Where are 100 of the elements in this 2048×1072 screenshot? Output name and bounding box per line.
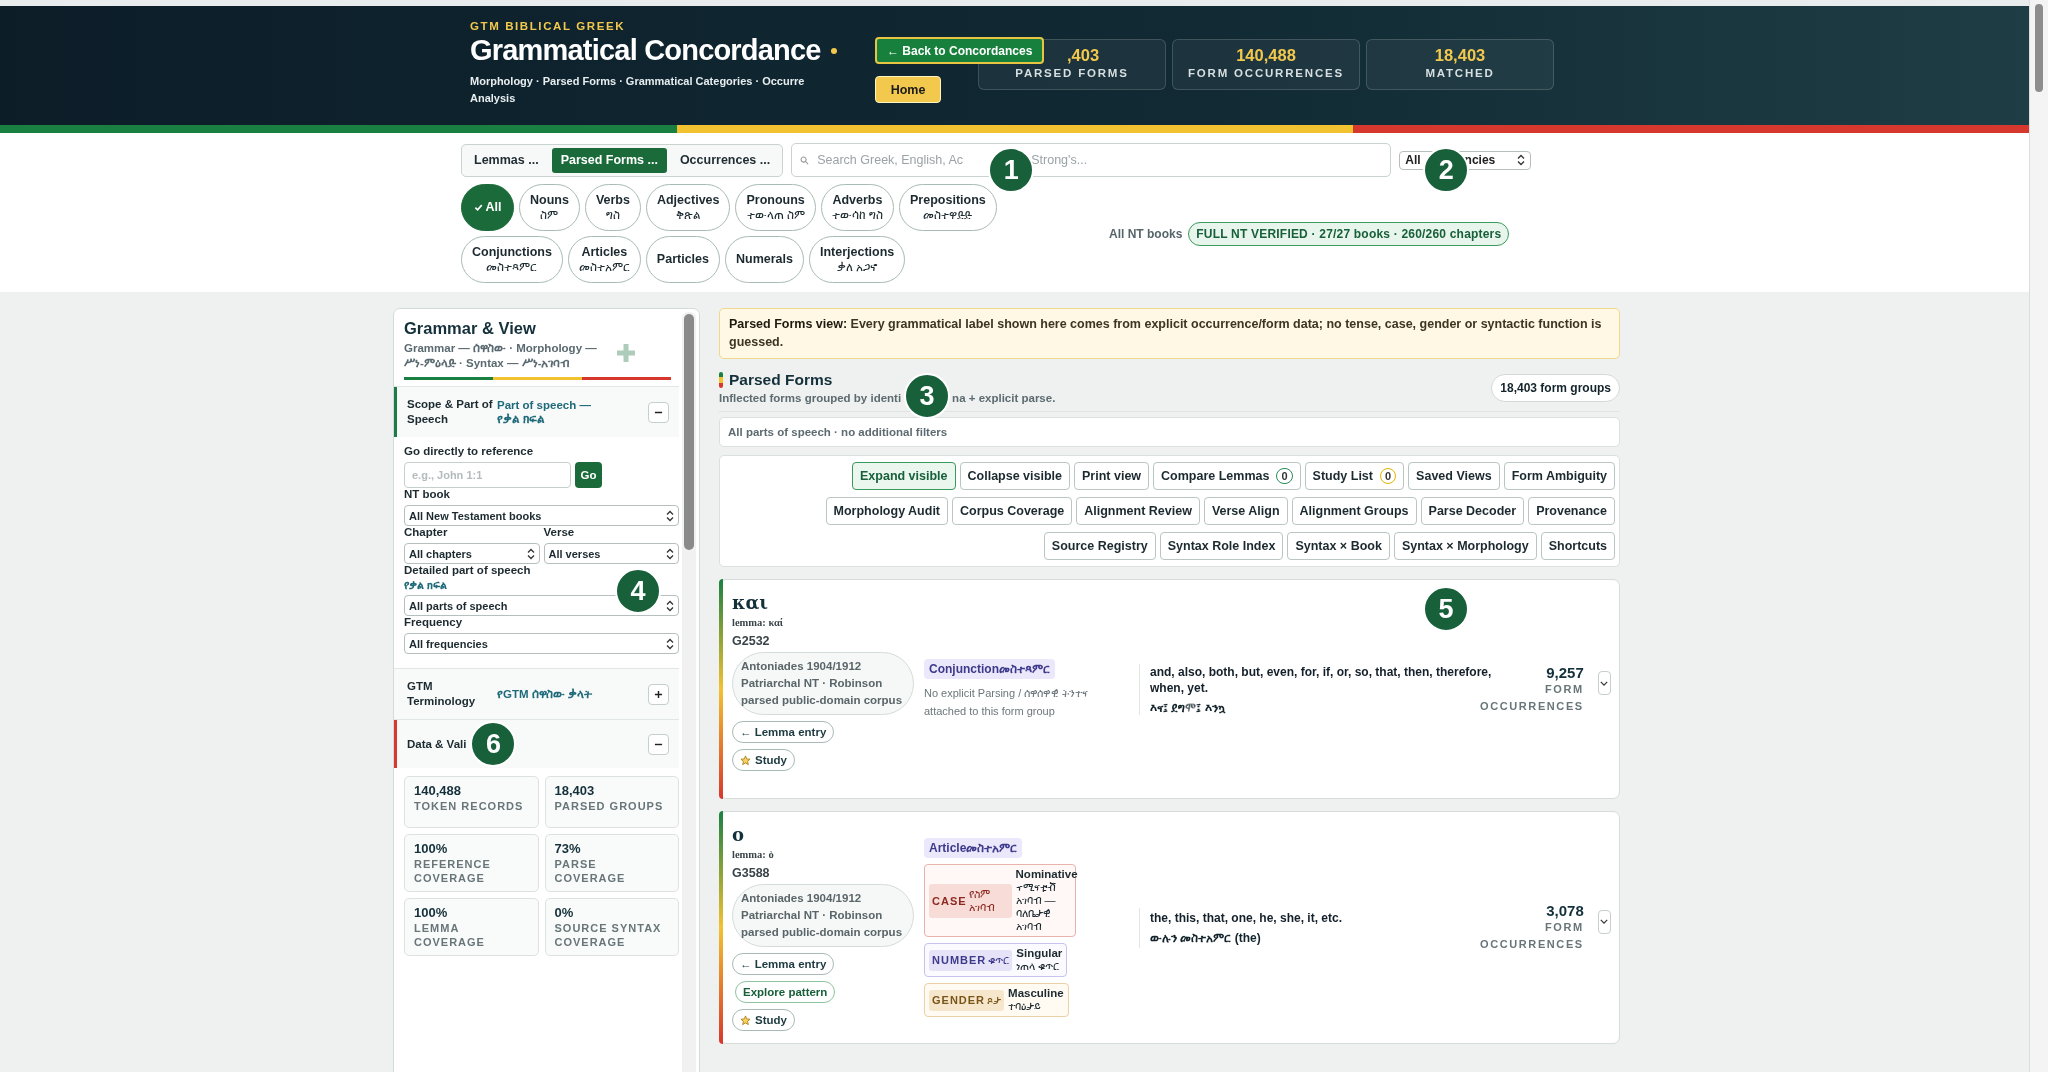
select-field[interactable]: All New Testament books: [404, 505, 679, 526]
part-of-speech-chip[interactable]: Numerals: [725, 236, 804, 283]
step-marker: 3: [904, 373, 951, 419]
stat-value: 100%: [414, 841, 449, 856]
lemma-text: lemma: καί: [732, 617, 784, 628]
section-title: GTM Terminology: [407, 679, 477, 709]
tool-button[interactable]: Expand visible: [852, 462, 956, 490]
strongs-number: G3588: [732, 866, 770, 880]
study-button[interactable]: Study: [732, 1009, 795, 1031]
stat-value: 100%: [414, 905, 449, 920]
tool-button[interactable]: Collapse visible: [959, 462, 1070, 490]
chevron-icon: [666, 599, 674, 612]
search-input[interactable]: Search Greek, English, Ac: [813, 153, 980, 167]
filter-summary: All parts of speech · no additional filters: [719, 417, 1620, 447]
stat-label: MATCHED: [1424, 67, 1496, 79]
greek-form: και: [732, 592, 769, 613]
feature-value: Nominative ኖሚናቲቭ አገባብ — ባለቤታዊ አገባብ: [1015, 868, 1078, 933]
feature-value: Singular ነጠላ ቁጥር: [1016, 947, 1063, 973]
occurrence-count: 3,078: [1545, 902, 1584, 919]
back-button[interactable]: ← Back to Concordances: [875, 37, 1045, 64]
part-of-speech-chip[interactable]: Pronouns ተውላጠ ስም: [735, 184, 816, 231]
part-of-speech-chip[interactable]: Adverbs ተውሳከ ግስ: [820, 184, 895, 231]
select-field[interactable]: All verses: [543, 543, 679, 564]
toggle-button[interactable]: [648, 683, 669, 705]
scope-label: All NT books: [1109, 226, 1183, 241]
tool-button[interactable]: Parse Decoder: [1420, 497, 1525, 525]
step-marker: 4: [615, 568, 661, 614]
tool-button[interactable]: Syntax × Book: [1287, 532, 1390, 560]
study-button[interactable]: Study: [732, 749, 795, 771]
tool-button[interactable]: Compare Lemmas 0: [1153, 462, 1301, 490]
tool-button[interactable]: Form Ambiguity: [1503, 462, 1615, 490]
part-of-speech-chip[interactable]: Interjections ቃለ አጋኖ: [808, 236, 906, 283]
select-field[interactable]: All frequencies: [404, 633, 679, 654]
tool-button[interactable]: Saved Views: [1408, 462, 1500, 490]
eyebrow-text: GTM BIBLICAL GREEK: [470, 20, 627, 32]
tool-button[interactable]: Provenance: [1528, 497, 1615, 525]
tool-button[interactable]: Source Registry: [1043, 532, 1156, 560]
stat-value: 0%: [554, 905, 575, 920]
stat-value: 140,488: [1236, 46, 1296, 65]
view-tab[interactable]: Parsed Forms ...: [551, 147, 667, 173]
home-button[interactable]: Home: [875, 76, 941, 103]
expand-button[interactable]: [1597, 671, 1611, 695]
verified-badge: FULL NT VERIFIED · 27/27 books · 260/260 chapters: [1188, 221, 1510, 246]
view-tab[interactable]: Occurrences ...: [670, 147, 780, 173]
field-label: Detailed part of speech: [404, 564, 531, 576]
stat-label: TOKEN RECORDS: [414, 800, 525, 814]
part-of-speech-chip[interactable]: All: [461, 184, 514, 231]
part-of-speech-chip[interactable]: Nouns ስም: [519, 184, 580, 231]
part-of-speech-tag: Articleመስተአምር: [924, 838, 1023, 858]
tool-button[interactable]: Alignment Groups: [1291, 497, 1417, 525]
part-of-speech-chip[interactable]: Prepositions መስተዋድድ: [899, 184, 997, 231]
lemma-link[interactable]: ← Lemma entry: [732, 721, 835, 743]
tool-button[interactable]: Corpus Coverage: [952, 497, 1073, 525]
lemma-text: lemma: ὁ: [732, 849, 774, 860]
results-subtitle: na + explicit parse.: [952, 392, 1056, 404]
color-bar-icon: [719, 372, 723, 388]
tool-button[interactable]: Syntax Role Index: [1159, 532, 1284, 560]
part-of-speech-chip[interactable]: Articles መስተአምር: [567, 236, 641, 283]
view-tab[interactable]: Lemmas ...: [465, 147, 548, 173]
tool-button[interactable]: Morphology Audit: [825, 497, 949, 525]
stat-value: 140,488: [414, 783, 462, 798]
stat-label: PARSED FORMS: [1014, 67, 1130, 79]
stat-value: ,403: [1067, 46, 1100, 65]
explore-button[interactable]: Explore pattern: [735, 981, 836, 1003]
chevron-icon: [1517, 154, 1526, 166]
reference-field[interactable]: e.g., John 1:1: [404, 462, 571, 488]
field-sublabel: የቃል ክፍል: [404, 579, 448, 592]
app-title: Grammatical Concordance: [470, 34, 821, 67]
lemma-link[interactable]: ← Lemma entry: [732, 953, 835, 975]
greek-form: ο: [732, 824, 744, 845]
check-icon: [473, 203, 483, 212]
section-title: Data & Vali: [407, 736, 467, 752]
part-of-speech-chip[interactable]: Particles: [645, 236, 720, 283]
stat-value: 18,403: [1434, 46, 1486, 65]
tool-button[interactable]: Syntax × Morphology: [1393, 532, 1537, 560]
part-of-speech-chip[interactable]: Verbs ግስ: [584, 184, 641, 231]
field-label: Frequency: [404, 616, 463, 628]
field-label: Chapter: [404, 526, 448, 538]
toggle-button[interactable]: [648, 401, 669, 423]
tool-button[interactable]: Alignment Review: [1076, 497, 1200, 525]
field-label: NT book: [404, 488, 450, 500]
title-dot: [830, 47, 837, 54]
select-field[interactable]: All chapters: [404, 543, 540, 564]
tool-button[interactable]: Verse Align: [1203, 497, 1288, 525]
results-subtitle: Inflected forms grouped by identi: [719, 392, 902, 404]
notice-text: Parsed Forms view: Every grammatical label shown here comes from explicit occurrence/form data; no tense, case, gender or syntactic function is guessed.: [719, 308, 1620, 359]
tool-button[interactable]: Study List 0: [1304, 462, 1405, 490]
stat-label: FORM OCCURRENCES: [1187, 67, 1345, 79]
stat-value: 73%: [554, 841, 582, 856]
toggle-button[interactable]: [648, 733, 669, 755]
part-of-speech-chip[interactable]: Conjunctions መስተጻምር: [461, 236, 563, 283]
placeholder-text: Strong's...: [1031, 153, 1088, 167]
go-button[interactable]: Go: [575, 462, 602, 488]
tool-button[interactable]: Print view: [1074, 462, 1150, 490]
stat-label: SOURCE SYNTAX COVERAGE: [554, 922, 663, 949]
gloss-text: the, this, that, one, he, she, it, etc.: [1150, 910, 1344, 927]
part-of-speech-chip[interactable]: Adjectives ቅጽል: [645, 184, 731, 231]
expand-button[interactable]: [1597, 909, 1611, 934]
tool-button[interactable]: Shortcuts: [1540, 532, 1615, 560]
strongs-number: G2532: [732, 634, 770, 648]
